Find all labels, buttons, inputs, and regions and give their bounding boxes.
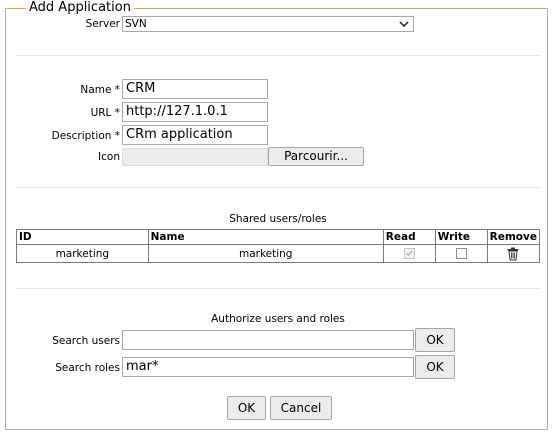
name-label: Name *	[80, 84, 120, 96]
url-field[interactable]: http://127.1.0.1	[122, 102, 268, 122]
search-users-ok-button[interactable]: OK	[415, 328, 455, 352]
row-read-cell	[382, 244, 436, 263]
search-roles-label: Search roles	[55, 362, 120, 374]
server-label: Server	[85, 18, 120, 30]
col-id-header: ID	[16, 229, 149, 245]
row-name-cell: marketing	[147, 244, 384, 263]
separator	[16, 55, 540, 56]
col-write-header: Write	[434, 229, 488, 245]
search-roles-ok-button[interactable]: OK	[415, 355, 455, 379]
search-roles-input[interactable]: mar*	[122, 357, 414, 377]
col-remove-header: Remove	[486, 229, 541, 245]
server-select[interactable]: SVN	[122, 16, 414, 32]
checkmark-icon	[405, 250, 413, 257]
search-users-label: Search users	[52, 335, 120, 347]
row-id-cell: marketing	[16, 244, 149, 263]
col-name-header: Name	[147, 229, 384, 245]
authorize-caption: Authorize users and roles	[211, 313, 345, 325]
write-checkbox[interactable]	[455, 248, 467, 259]
icon-label: Icon	[98, 151, 120, 163]
trash-icon[interactable]	[506, 247, 520, 261]
server-select-value: SVN	[125, 18, 147, 30]
fieldset-legend: Add Application	[26, 0, 134, 16]
shared-table: ID Name Read Write Remove marketing mark…	[16, 229, 541, 263]
description-field[interactable]: CRm application	[122, 125, 268, 145]
search-users-input[interactable]	[122, 330, 414, 350]
description-label: Description *	[51, 130, 120, 142]
read-checkbox	[403, 248, 415, 259]
shared-caption: Shared users/roles	[229, 213, 327, 225]
url-label: URL *	[90, 107, 120, 119]
browse-button[interactable]: Parcourir...	[268, 147, 364, 166]
icon-file-field[interactable]	[122, 148, 268, 166]
row-write-cell	[434, 244, 488, 263]
name-field[interactable]: CRM	[122, 79, 268, 99]
table-row: marketing marketing	[16, 244, 541, 263]
col-read-header: Read	[382, 229, 436, 245]
separator	[16, 187, 540, 188]
separator	[16, 288, 540, 289]
chevron-down-icon	[399, 21, 409, 28]
ok-button[interactable]: OK	[227, 396, 266, 420]
cancel-button[interactable]: Cancel	[270, 396, 332, 420]
row-remove-cell	[486, 244, 541, 263]
table-header-row: ID Name Read Write Remove	[16, 229, 541, 245]
